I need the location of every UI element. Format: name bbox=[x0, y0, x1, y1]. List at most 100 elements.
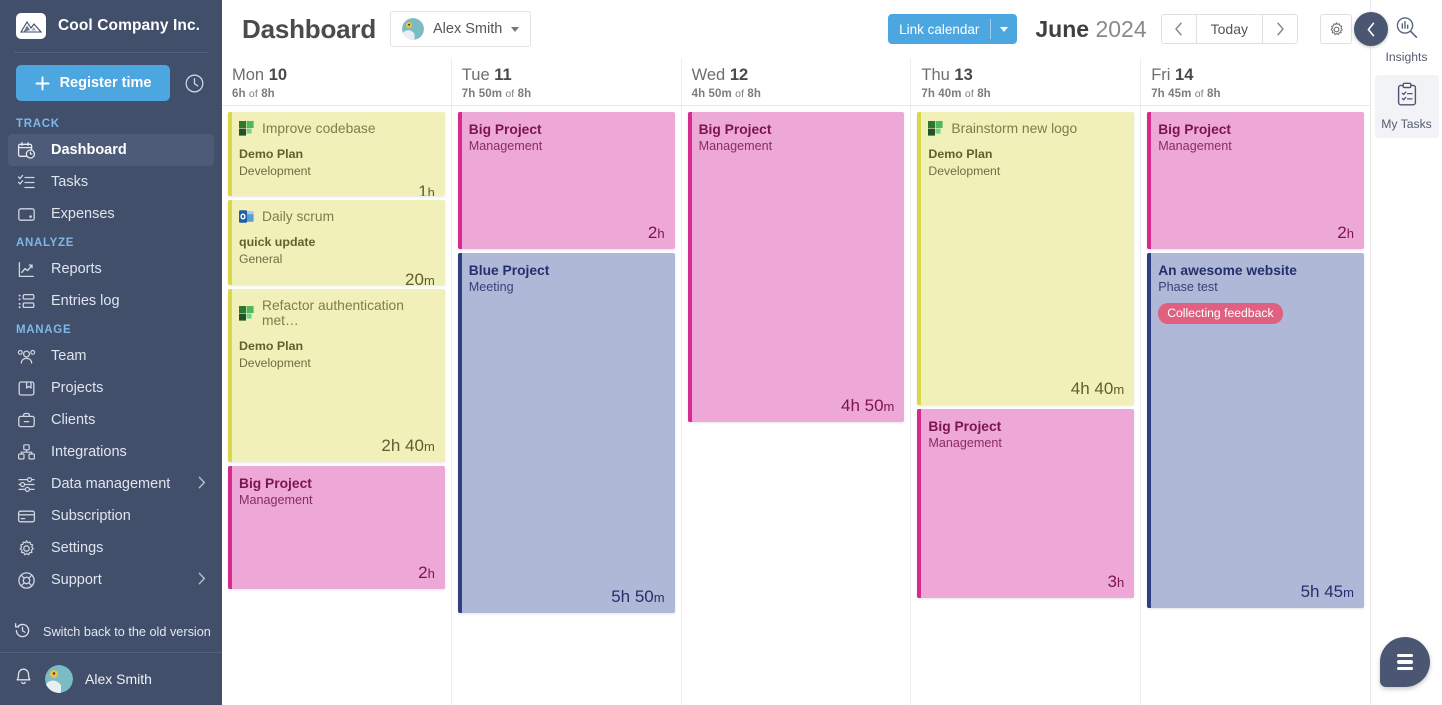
gear-icon bbox=[1330, 21, 1343, 35]
sidebar-item-clients[interactable]: Clients bbox=[8, 404, 214, 436]
nav-group-manage-label: MANAGE bbox=[16, 324, 72, 336]
duration-value: 2 bbox=[418, 563, 428, 582]
time-entry-card[interactable]: Refactor authentication met… Demo Plan Dev… bbox=[228, 289, 445, 462]
top-bar: Dashboard Alex Smith Link calendar June … bbox=[222, 0, 1370, 58]
time-entry-card[interactable]: Brainstorm new logo Demo Plan Development 4… bbox=[917, 112, 1135, 405]
sidebar-item-settings[interactable]: Settings bbox=[8, 532, 214, 564]
sidebar-item-reports[interactable]: Reports bbox=[8, 253, 214, 285]
duration-unit: m bbox=[423, 273, 435, 285]
card-duration: 4h 40m bbox=[928, 375, 1124, 399]
time-entry-card[interactable]: Big Project Management 2h bbox=[457, 112, 675, 249]
card-category: Development bbox=[928, 164, 1001, 178]
calendar-settings-button[interactable] bbox=[1320, 14, 1352, 44]
sidebar-user[interactable]: Alex Smith bbox=[0, 653, 222, 705]
sidebar-item-label: Settings bbox=[51, 540, 104, 556]
clipboard-check-icon bbox=[1395, 82, 1419, 113]
sidebar-item-label: Reports bbox=[51, 261, 102, 277]
today-button[interactable]: Today bbox=[1195, 15, 1263, 43]
calendar-body: Improve codebase Demo Plan Development 1h Da… bbox=[222, 106, 1370, 705]
date-nav-group: Today bbox=[1160, 14, 1298, 44]
prev-week-button[interactable] bbox=[1162, 15, 1196, 43]
sidebar-item-expenses[interactable]: Expenses bbox=[8, 198, 214, 230]
duration-unit: h bbox=[657, 226, 665, 241]
next-week-button[interactable] bbox=[1263, 15, 1297, 43]
sidebar-item-data-management[interactable]: Data management bbox=[8, 468, 214, 500]
list-entries-icon bbox=[16, 291, 37, 312]
card-header: Brainstorm new logo bbox=[928, 121, 1124, 136]
sidebar-item-integrations[interactable]: Integrations bbox=[8, 436, 214, 468]
clock-icon[interactable] bbox=[180, 69, 208, 97]
time-entry-card[interactable]: An awesome website Phase test Collecting f… bbox=[1147, 253, 1364, 608]
avatar bbox=[402, 18, 425, 40]
sidebar-item-support[interactable]: Support bbox=[8, 564, 214, 596]
time-entry-card[interactable]: Blue Project Meeting 5h 50m bbox=[457, 253, 675, 613]
day-column-fri: Big Project Management 2h An awesome websit… bbox=[1140, 106, 1370, 705]
sidebar-item-team[interactable]: Team bbox=[8, 340, 214, 372]
duration-unit: m bbox=[653, 590, 665, 605]
nav-group-track-label: TRACK bbox=[16, 118, 60, 130]
day-header-wed: Wed 12 4h 50m of 8h bbox=[680, 58, 911, 105]
switch-back-label: Switch back to the old version bbox=[43, 625, 211, 639]
card-duration: 2h 40m bbox=[239, 432, 435, 456]
lifebuoy-icon bbox=[16, 570, 37, 591]
app-root: Cool Company Inc. Register time TRACK Da… bbox=[0, 0, 1442, 705]
chart-line-icon bbox=[16, 259, 37, 280]
right-rail: Insights My Tasks bbox=[1354, 0, 1442, 705]
checklist-icon bbox=[16, 172, 37, 193]
chat-bubble-icon[interactable] bbox=[1380, 637, 1430, 687]
caret-down-icon[interactable] bbox=[991, 14, 1017, 44]
duration-value: 2 bbox=[647, 223, 658, 242]
time-entry-card[interactable]: Big Project Management 2h bbox=[1147, 112, 1364, 249]
time-entry-card[interactable]: Big Project Management 4h 50m bbox=[687, 112, 905, 422]
sidebar-item-label: Entries log bbox=[51, 293, 120, 309]
card-subtitle: Meeting bbox=[468, 280, 514, 295]
card-header: Refactor authentication met… bbox=[239, 298, 435, 328]
sidebar-item-dashboard[interactable]: Dashboard bbox=[8, 134, 214, 166]
rail-item-my-tasks[interactable]: My Tasks bbox=[1374, 75, 1439, 138]
sidebar-item-subscription[interactable]: Subscription bbox=[8, 500, 214, 532]
sidebar-item-label: Support bbox=[51, 572, 102, 588]
card-project-name: Big Project bbox=[468, 122, 542, 137]
day-name: Fri 14 bbox=[1151, 66, 1194, 84]
brand-name: Cool Company Inc. bbox=[58, 17, 201, 34]
time-entry-card[interactable]: Improve codebase Demo Plan Development 1h bbox=[228, 112, 445, 196]
brand[interactable]: Cool Company Inc. bbox=[0, 0, 222, 52]
switch-back-link[interactable]: Switch back to the old version bbox=[0, 614, 222, 652]
duration-value: 4h 50 bbox=[841, 396, 884, 415]
time-entry-card[interactable]: Big Project Management 3h bbox=[917, 409, 1135, 598]
day-column-wed: Big Project Management 4h 50m bbox=[680, 106, 911, 705]
insights-magnifier-icon bbox=[1394, 15, 1420, 46]
month-label: June bbox=[1035, 15, 1090, 42]
day-name: Wed 12 bbox=[691, 66, 749, 84]
card-project-name: Big Project bbox=[928, 419, 1002, 434]
sidebar-item-label: Tasks bbox=[51, 174, 89, 190]
left-sidebar: Cool Company Inc. Register time TRACK Da… bbox=[0, 0, 222, 705]
duration-unit: m bbox=[423, 439, 435, 454]
page-title: Dashboard bbox=[242, 13, 377, 44]
user-filter-dropdown[interactable]: Alex Smith bbox=[390, 11, 532, 47]
duration-value: 5h 45 bbox=[1300, 582, 1344, 601]
chat-lines bbox=[1397, 653, 1413, 671]
duration-value: 3 bbox=[1107, 572, 1117, 591]
year-label: 2024 bbox=[1095, 15, 1147, 42]
sidebar-item-entries-log[interactable]: Entries log bbox=[8, 285, 214, 317]
card-external-title: Refactor authentication met… bbox=[262, 298, 404, 328]
register-time-button[interactable]: Register time bbox=[16, 65, 170, 101]
sidebar-item-tasks[interactable]: Tasks bbox=[8, 166, 214, 198]
calendar-day-headers: Mon 10 6h of 8h Tue 11 7h 50m of 8h Wed … bbox=[222, 58, 1370, 106]
duration-value: 4h 40 bbox=[1070, 379, 1114, 398]
link-calendar-button[interactable]: Link calendar bbox=[888, 14, 1018, 44]
sidebar-item-label: Projects bbox=[51, 380, 104, 396]
time-entry-card[interactable]: Big Project Management 2h bbox=[228, 466, 445, 589]
collapse-rail-button[interactable] bbox=[1354, 12, 1388, 46]
planner-icon bbox=[928, 121, 943, 136]
day-name: Tue 11 bbox=[461, 66, 512, 84]
sidebar-item-projects[interactable]: Projects bbox=[8, 372, 214, 404]
gear-icon bbox=[16, 538, 37, 559]
mountain-logo-icon bbox=[16, 13, 46, 39]
time-entry-card[interactable]: Daily scrum quick update General 20m bbox=[228, 200, 445, 285]
bell-icon[interactable] bbox=[14, 667, 33, 692]
caret-down-icon bbox=[511, 26, 520, 32]
card-duration: 2h bbox=[1158, 219, 1354, 243]
outlook-icon bbox=[239, 209, 254, 224]
